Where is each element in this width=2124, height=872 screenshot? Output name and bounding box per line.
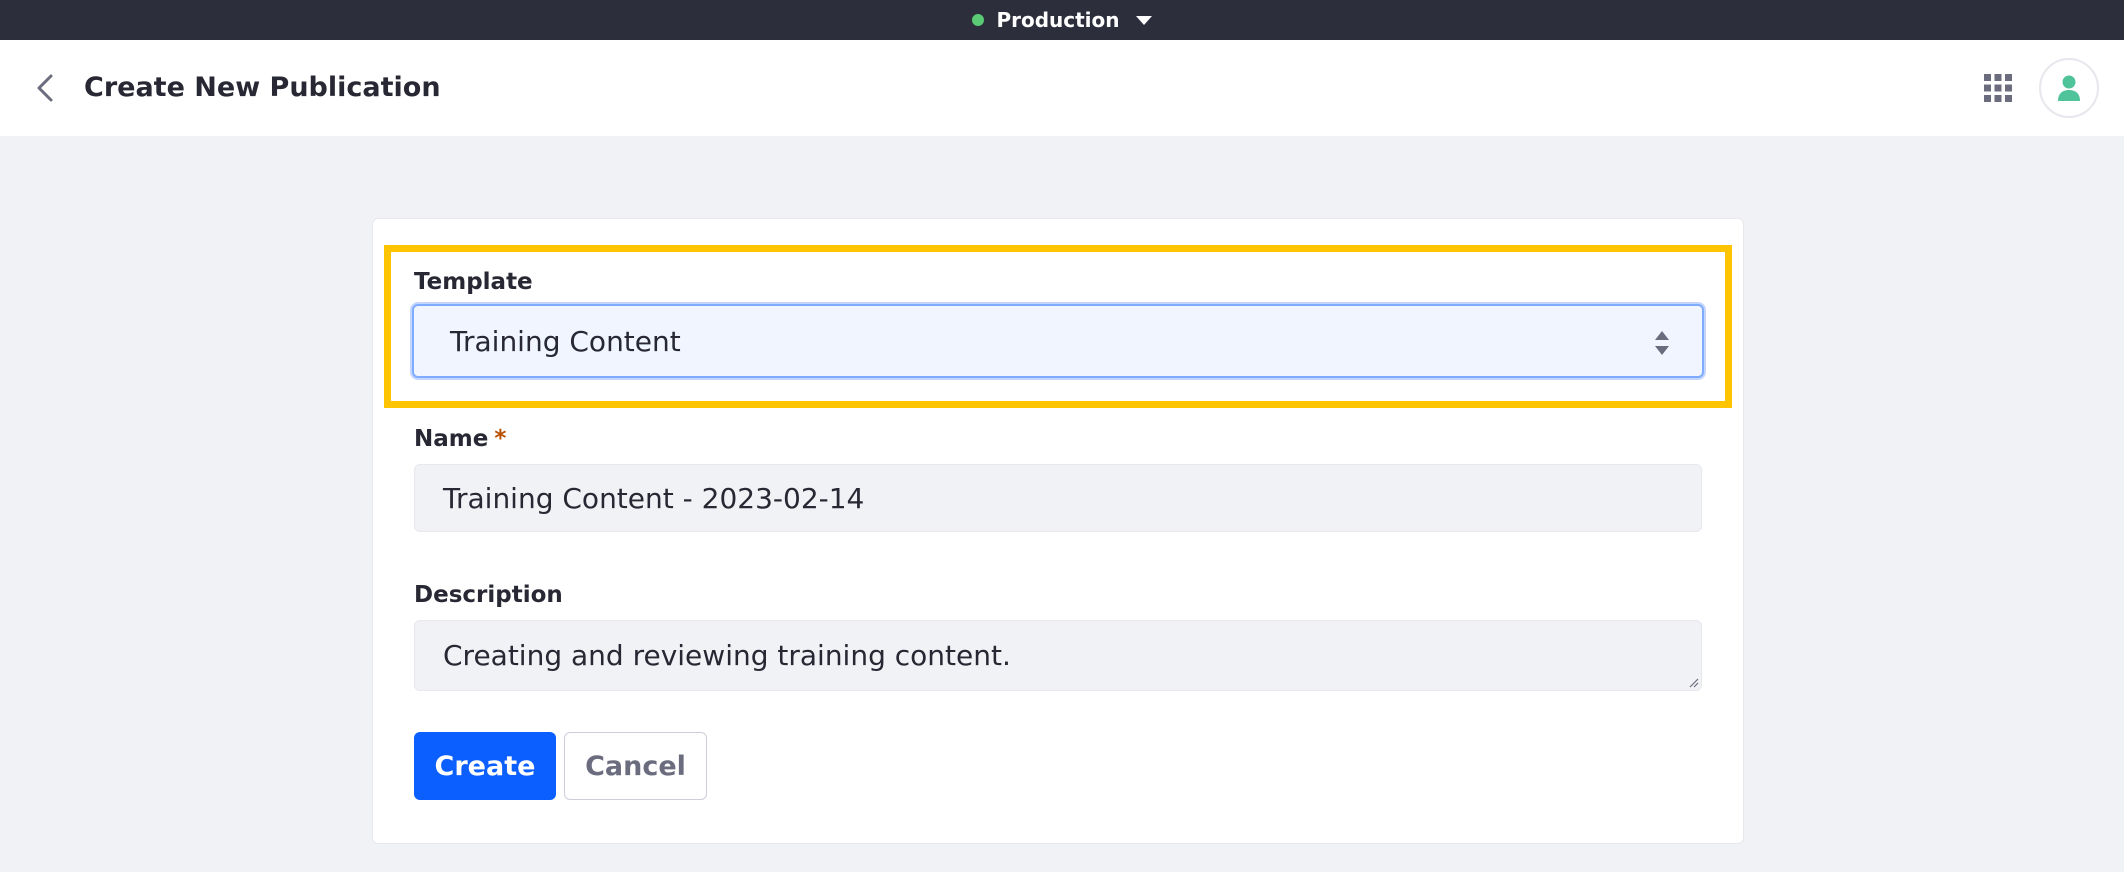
template-select[interactable]: Training Content — [412, 304, 1704, 378]
name-field[interactable]: Training Content - 2023-02-14 — [414, 464, 1702, 532]
template-label: Template — [414, 269, 533, 295]
page-header: Create New Publication — [0, 40, 2124, 136]
status-dot-icon — [972, 14, 985, 26]
description-field[interactable]: Creating and reviewing training content. — [414, 620, 1702, 691]
description-field-value: Creating and reviewing training content. — [443, 639, 1011, 672]
template-selected-value: Training Content — [450, 324, 681, 358]
name-label-text: Name — [414, 426, 489, 452]
page-title: Create New Publication — [84, 72, 441, 103]
back-button[interactable] — [28, 70, 62, 106]
caret-down-icon — [1135, 15, 1152, 25]
cancel-button[interactable]: Cancel — [564, 732, 707, 800]
apps-menu-button[interactable] — [1980, 70, 2016, 106]
environment-switcher[interactable]: Production — [972, 8, 1152, 32]
description-label: Description — [414, 582, 563, 608]
apps-grid-icon — [1984, 74, 2012, 102]
name-field-value: Training Content - 2023-02-14 — [443, 481, 865, 515]
required-marker: * — [494, 426, 507, 452]
environment-label: Production — [996, 8, 1120, 32]
resize-handle-icon[interactable] — [1687, 676, 1699, 688]
environment-bar: Production — [0, 0, 2124, 40]
select-arrows-icon — [1655, 331, 1669, 355]
chevron-left-icon — [37, 74, 53, 102]
user-avatar-button[interactable] — [2039, 58, 2099, 118]
user-icon — [2058, 75, 2080, 101]
create-button[interactable]: Create — [414, 732, 556, 800]
name-label: Name * — [414, 424, 506, 454]
